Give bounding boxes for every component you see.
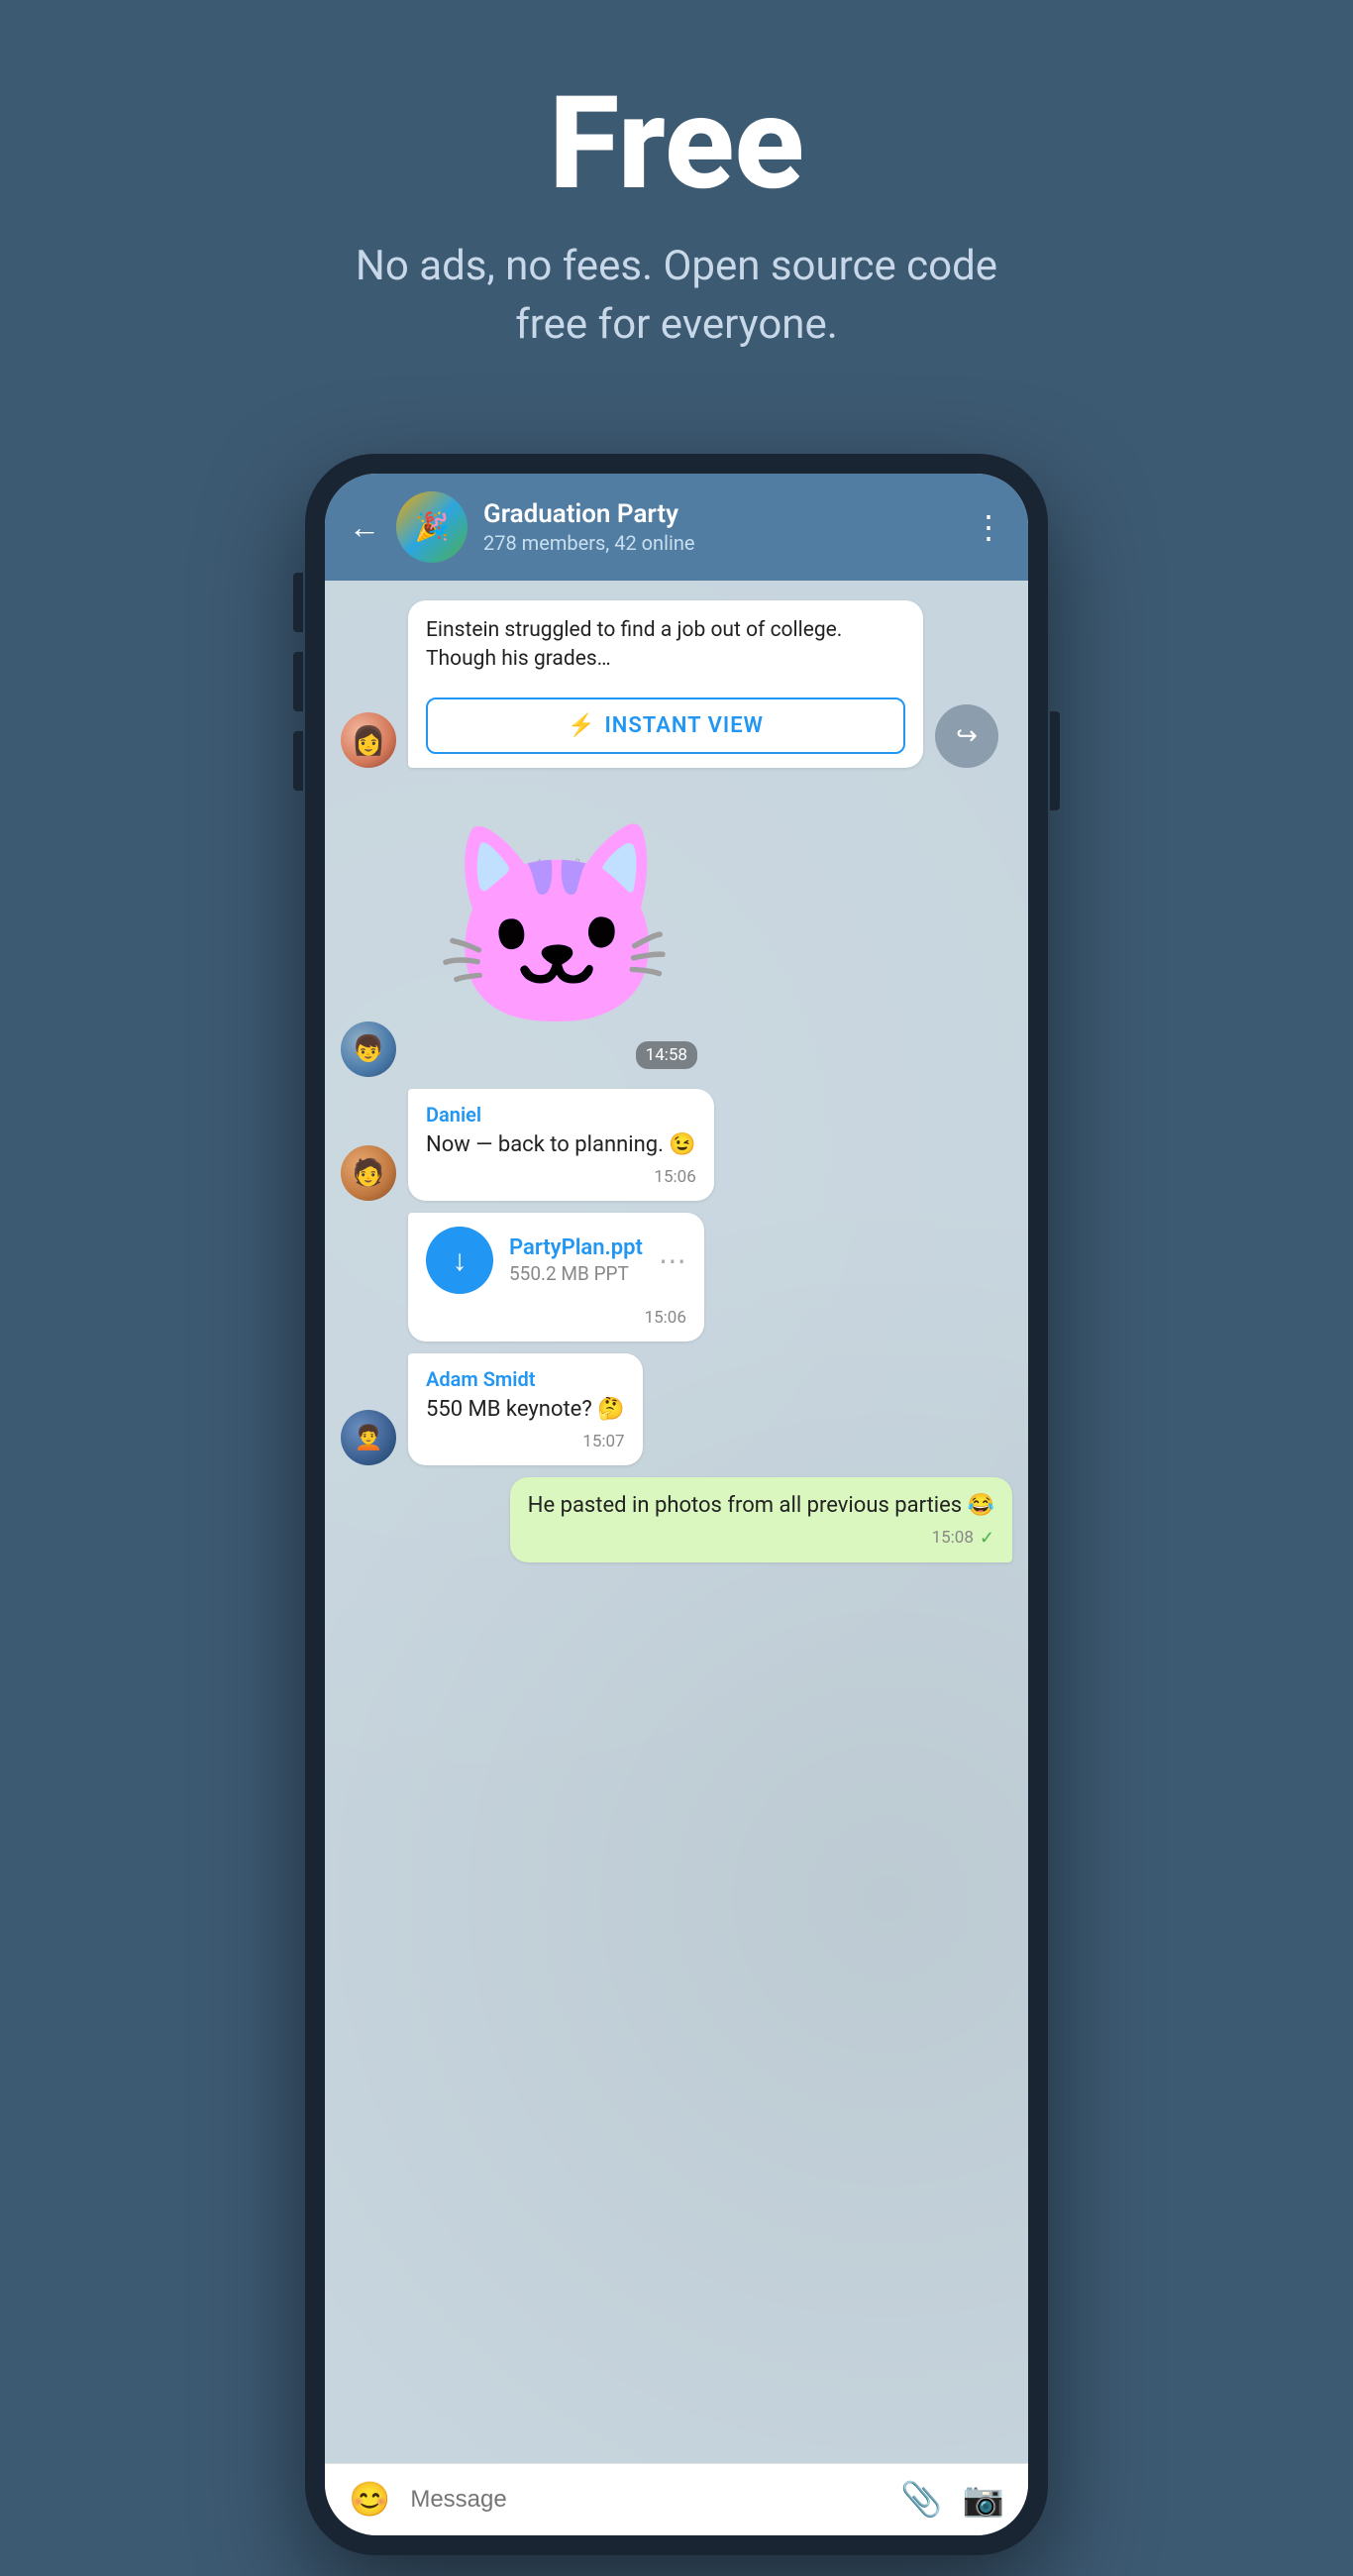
download-icon: ↓ <box>453 1243 468 1278</box>
message-row: 🧑 Daniel Now — back to planning. 😉 15:06 <box>341 1089 1012 1201</box>
cat-sticker: 🐱 <box>433 829 679 1027</box>
message-time: 15:08 <box>932 1528 974 1548</box>
article-text: Einstein struggled to find a job out of … <box>426 616 905 675</box>
instant-view-message: Einstein struggled to find a job out of … <box>408 600 923 769</box>
message-time: 15:07 <box>582 1432 624 1451</box>
message-row: ↓ PartyPlan.ppt 550.2 MB PPT ⋯ 15:06 <box>341 1213 1012 1342</box>
message-text: 550 MB keynote? 🤔 <box>426 1395 625 1426</box>
file-name: PartyPlan.ppt <box>509 1235 643 1260</box>
sticker: A = πr² V = l² P = 2πr s = √(r²+h²) A = … <box>408 780 705 1077</box>
chat-body: 👩 Einstein struggled to find a job out o… <box>325 581 1028 2463</box>
message-meta: 15:08 ✓ <box>528 1528 994 1549</box>
phone-inner: ← 🎉 Graduation Party 278 members, 42 onl… <box>325 474 1028 2535</box>
message-row: 🧑‍🦱 Adam Smidt 550 MB keynote? 🤔 15:07 <box>341 1353 1012 1465</box>
self-message-bubble: He pasted in photos from all previous pa… <box>510 1477 1012 1562</box>
message-bubble: Adam Smidt 550 MB keynote? 🤔 15:07 <box>408 1353 643 1465</box>
message-text: Now — back to planning. 😉 <box>426 1130 696 1161</box>
camera-button[interactable]: 📷 <box>963 2480 1004 2520</box>
file-info: PartyPlan.ppt 550.2 MB PPT <box>509 1235 643 1285</box>
message-row: 👩 Einstein struggled to find a job out o… <box>341 600 1012 769</box>
download-button[interactable]: ↓ <box>426 1227 493 1294</box>
message-bubble: Daniel Now — back to planning. 😉 15:06 <box>408 1089 714 1201</box>
attach-button[interactable]: 📎 <box>900 2480 942 2520</box>
group-avatar: 🎉 <box>396 491 468 563</box>
group-members: 278 members, 42 online <box>483 531 957 555</box>
back-button[interactable]: ← <box>349 511 380 543</box>
group-name: Graduation Party <box>483 499 957 529</box>
iv-label: INSTANT VIEW <box>604 713 764 738</box>
chat-header: ← 🎉 Graduation Party 278 members, 42 onl… <box>325 474 1028 581</box>
file-bubble: ↓ PartyPlan.ppt 550.2 MB PPT ⋯ 15:06 <box>408 1213 704 1342</box>
avatar-spacer <box>341 1286 396 1342</box>
lightning-icon: ⚡ <box>568 713 594 738</box>
avatar: 🧑‍🦱 <box>341 1410 396 1465</box>
emoji-button[interactable]: 😊 <box>349 2480 390 2520</box>
share-button[interactable]: ↪ <box>935 704 998 768</box>
hero-section: Free No ads, no fees. Open source code f… <box>0 0 1353 414</box>
instant-view-card: Einstein struggled to find a job out of … <box>408 600 923 769</box>
read-tick: ✓ <box>980 1528 994 1549</box>
avatar: 👦 <box>341 1021 396 1077</box>
message-meta: 15:07 <box>426 1432 625 1451</box>
article-preview: Einstein struggled to find a job out of … <box>408 600 923 691</box>
message-time: 15:06 <box>654 1167 695 1187</box>
hero-title: Free <box>549 79 804 208</box>
message-meta: 15:06 <box>426 1167 696 1187</box>
instant-view-button[interactable]: ⚡ INSTANT VIEW <box>426 698 905 754</box>
hero-subtitle: No ads, no fees. Open source code free f… <box>330 238 1023 355</box>
group-avatar-emoji: 🎉 <box>415 510 450 543</box>
sticker-time: 14:58 <box>636 1041 697 1069</box>
header-menu-button[interactable]: ⋮ <box>973 508 1004 546</box>
avatar: 🧑 <box>341 1145 396 1201</box>
message-row-self: He pasted in photos from all previous pa… <box>341 1477 1012 1562</box>
sender-name: Adam Smidt <box>426 1367 625 1391</box>
phone-mockup: ← 🎉 Graduation Party 278 members, 42 onl… <box>305 454 1048 2555</box>
file-row: ↓ PartyPlan.ppt 550.2 MB PPT ⋯ <box>426 1227 686 1294</box>
group-info: Graduation Party 278 members, 42 online <box>483 499 957 555</box>
file-more-button[interactable]: ⋯ <box>659 1244 686 1277</box>
message-meta: 15:06 <box>426 1308 686 1328</box>
file-size: 550.2 MB PPT <box>509 1262 643 1285</box>
message-time: 15:06 <box>645 1308 686 1328</box>
sender-name: Daniel <box>426 1103 696 1127</box>
share-icon: ↪ <box>956 721 978 751</box>
message-text: He pasted in photos from all previous pa… <box>528 1491 994 1522</box>
message-input[interactable] <box>410 2486 881 2514</box>
sticker-message: 👦 A = πr² V = l² P = 2πr s = √(r²+h²) A … <box>341 780 1012 1077</box>
phone-outer: ← 🎉 Graduation Party 278 members, 42 onl… <box>305 454 1048 2555</box>
input-bar: 😊 📎 📷 <box>325 2463 1028 2535</box>
avatar: 👩 <box>341 712 396 768</box>
